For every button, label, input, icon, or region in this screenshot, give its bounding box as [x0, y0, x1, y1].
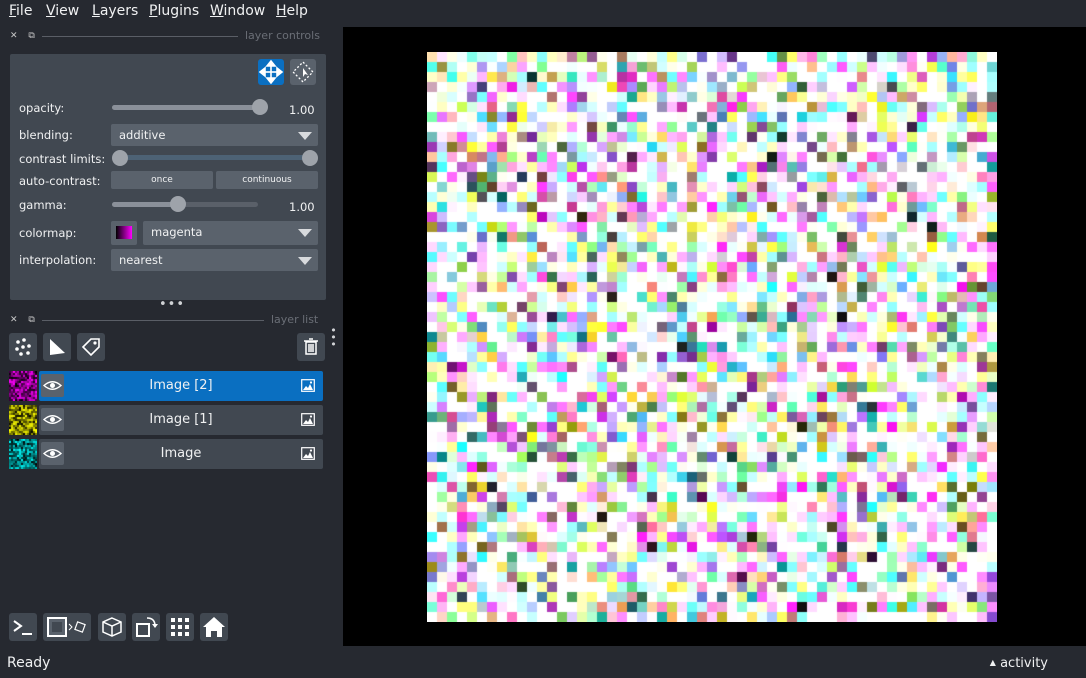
layer-controls-panel: opacity: 1.00 blending: additive contras…	[10, 54, 326, 300]
dock-buttons-icon[interactable]: ✕ ⧉	[10, 31, 39, 41]
dock-title-divider	[42, 320, 264, 321]
visibility-toggle[interactable]	[41, 374, 64, 397]
interpolation-select[interactable]: nearest	[111, 249, 318, 271]
layer-row[interactable]: Image [2]	[9, 371, 323, 401]
activity-label: activity	[1000, 656, 1048, 671]
dock-resize-handle-icon[interactable]: • • •	[330, 325, 338, 350]
interpolation-label: interpolation:	[19, 253, 97, 267]
image-layers-render[interactable]	[427, 52, 997, 622]
eye-icon	[42, 381, 63, 390]
new-points-layer-button[interactable]	[9, 333, 37, 361]
blending-value: additive	[119, 128, 166, 142]
opacity-label: opacity:	[19, 101, 65, 115]
menu-view[interactable]: View	[46, 3, 79, 19]
grid-icon	[171, 618, 189, 636]
layer-row[interactable]: Image	[9, 439, 323, 469]
shapes-polygon-icon	[50, 339, 65, 355]
menu-layers[interactable]: Layers	[92, 3, 138, 19]
auto-contrast-label: auto-contrast:	[19, 174, 101, 188]
menu-window[interactable]: Window	[210, 3, 265, 19]
visibility-toggle[interactable]	[41, 442, 64, 465]
console-button[interactable]	[9, 613, 37, 641]
delete-layer-button[interactable]	[297, 333, 325, 361]
chevron-up-icon: ▲	[989, 658, 996, 667]
opacity-value: 1.00	[289, 103, 315, 117]
auto-contrast-continuous-button[interactable]: continuous	[216, 171, 318, 189]
home-icon	[203, 617, 225, 637]
status-text: Ready	[7, 655, 51, 671]
trash-icon	[304, 338, 318, 355]
layer-controls-title: layer controls	[245, 29, 320, 42]
menu-plugins[interactable]: Plugins	[149, 3, 199, 19]
transpose-dimensions-button[interactable]	[132, 613, 160, 641]
transform-icon	[292, 61, 314, 83]
dock-buttons-icon[interactable]: ✕ ⧉	[10, 315, 39, 325]
layer-thumbnail	[9, 439, 37, 469]
layer-row-body[interactable]: Image	[39, 439, 323, 469]
blending-label: blending:	[19, 128, 73, 142]
contrast-limits-slider[interactable]	[120, 155, 310, 160]
new-shapes-layer-button[interactable]	[43, 333, 71, 361]
colormap-label: colormap:	[19, 226, 77, 240]
colormap-gradient-swatch	[116, 226, 132, 239]
roll-dimensions-button[interactable]	[98, 613, 126, 641]
menu-bar: File View Layers Plugins Window Help	[0, 0, 1086, 24]
layer-row[interactable]: Image [1]	[9, 405, 323, 435]
colormap-swatch-button[interactable]	[111, 221, 137, 245]
contrast-low-handle[interactable]	[112, 150, 128, 166]
image-layer-icon	[301, 413, 315, 426]
gamma-slider-handle[interactable]	[169, 196, 186, 212]
grid-view-button[interactable]	[166, 613, 194, 641]
image-layer-icon	[301, 447, 315, 460]
menu-file[interactable]: File	[9, 3, 32, 19]
label-tag-icon	[81, 338, 100, 357]
reset-view-button[interactable]	[200, 613, 228, 641]
gamma-slider-fill	[112, 202, 178, 207]
blending-select[interactable]: additive	[111, 124, 318, 146]
colormap-value: magenta	[151, 225, 203, 239]
layer-row-body[interactable]: Image [2]	[39, 371, 323, 401]
gamma-value: 1.00	[289, 200, 315, 214]
transpose-icon	[136, 617, 158, 637]
terminal-icon	[13, 620, 32, 635]
ndisplay-toggle-button[interactable]	[43, 613, 91, 641]
layer-name: Image	[160, 446, 202, 461]
contrast-high-handle[interactable]	[302, 150, 318, 166]
splitter-handle-icon[interactable]: •••	[159, 297, 185, 312]
chevron-down-icon	[298, 229, 312, 237]
opacity-slider-fill	[112, 105, 260, 110]
layer-controls-titlebar: ✕ ⧉ layer controls	[0, 28, 334, 46]
image-layer-icon	[301, 379, 315, 392]
layer-thumbnail	[9, 371, 37, 401]
contrast-limits-label: contrast limits:	[19, 152, 106, 166]
auto-contrast-once-button[interactable]: once	[111, 171, 213, 189]
layer-row-body[interactable]: Image [1]	[39, 405, 323, 435]
gamma-label: gamma:	[19, 198, 67, 212]
layer-thumbnail	[9, 405, 37, 435]
eye-icon	[42, 449, 63, 458]
menu-help[interactable]: Help	[276, 3, 308, 19]
transform-mode-button[interactable]	[290, 59, 316, 85]
status-bar: Ready ▲ activity	[0, 650, 1086, 678]
interpolation-value: nearest	[119, 253, 163, 267]
layer-name: Image [2]	[149, 378, 213, 393]
layer-list-titlebar: ✕ ⧉ layer list	[0, 312, 334, 330]
cube-icon	[102, 617, 122, 637]
activity-toggle[interactable]: ▲ activity	[990, 656, 1048, 671]
dock-title-divider	[42, 36, 238, 37]
colormap-select[interactable]: magenta	[143, 221, 318, 245]
chevron-down-icon	[298, 257, 312, 265]
visibility-toggle[interactable]	[41, 408, 64, 431]
points-icon	[15, 338, 31, 356]
new-labels-layer-button[interactable]	[77, 333, 105, 361]
square-2d-icon	[47, 617, 86, 637]
pan-zoom-mode-button[interactable]	[258, 59, 284, 85]
chevron-down-icon	[298, 132, 312, 140]
eye-icon	[42, 415, 63, 424]
opacity-slider-handle[interactable]	[252, 99, 268, 115]
layer-list-title: layer list	[271, 313, 319, 326]
move-arrows-icon	[258, 59, 284, 85]
layer-name: Image [1]	[149, 412, 213, 427]
